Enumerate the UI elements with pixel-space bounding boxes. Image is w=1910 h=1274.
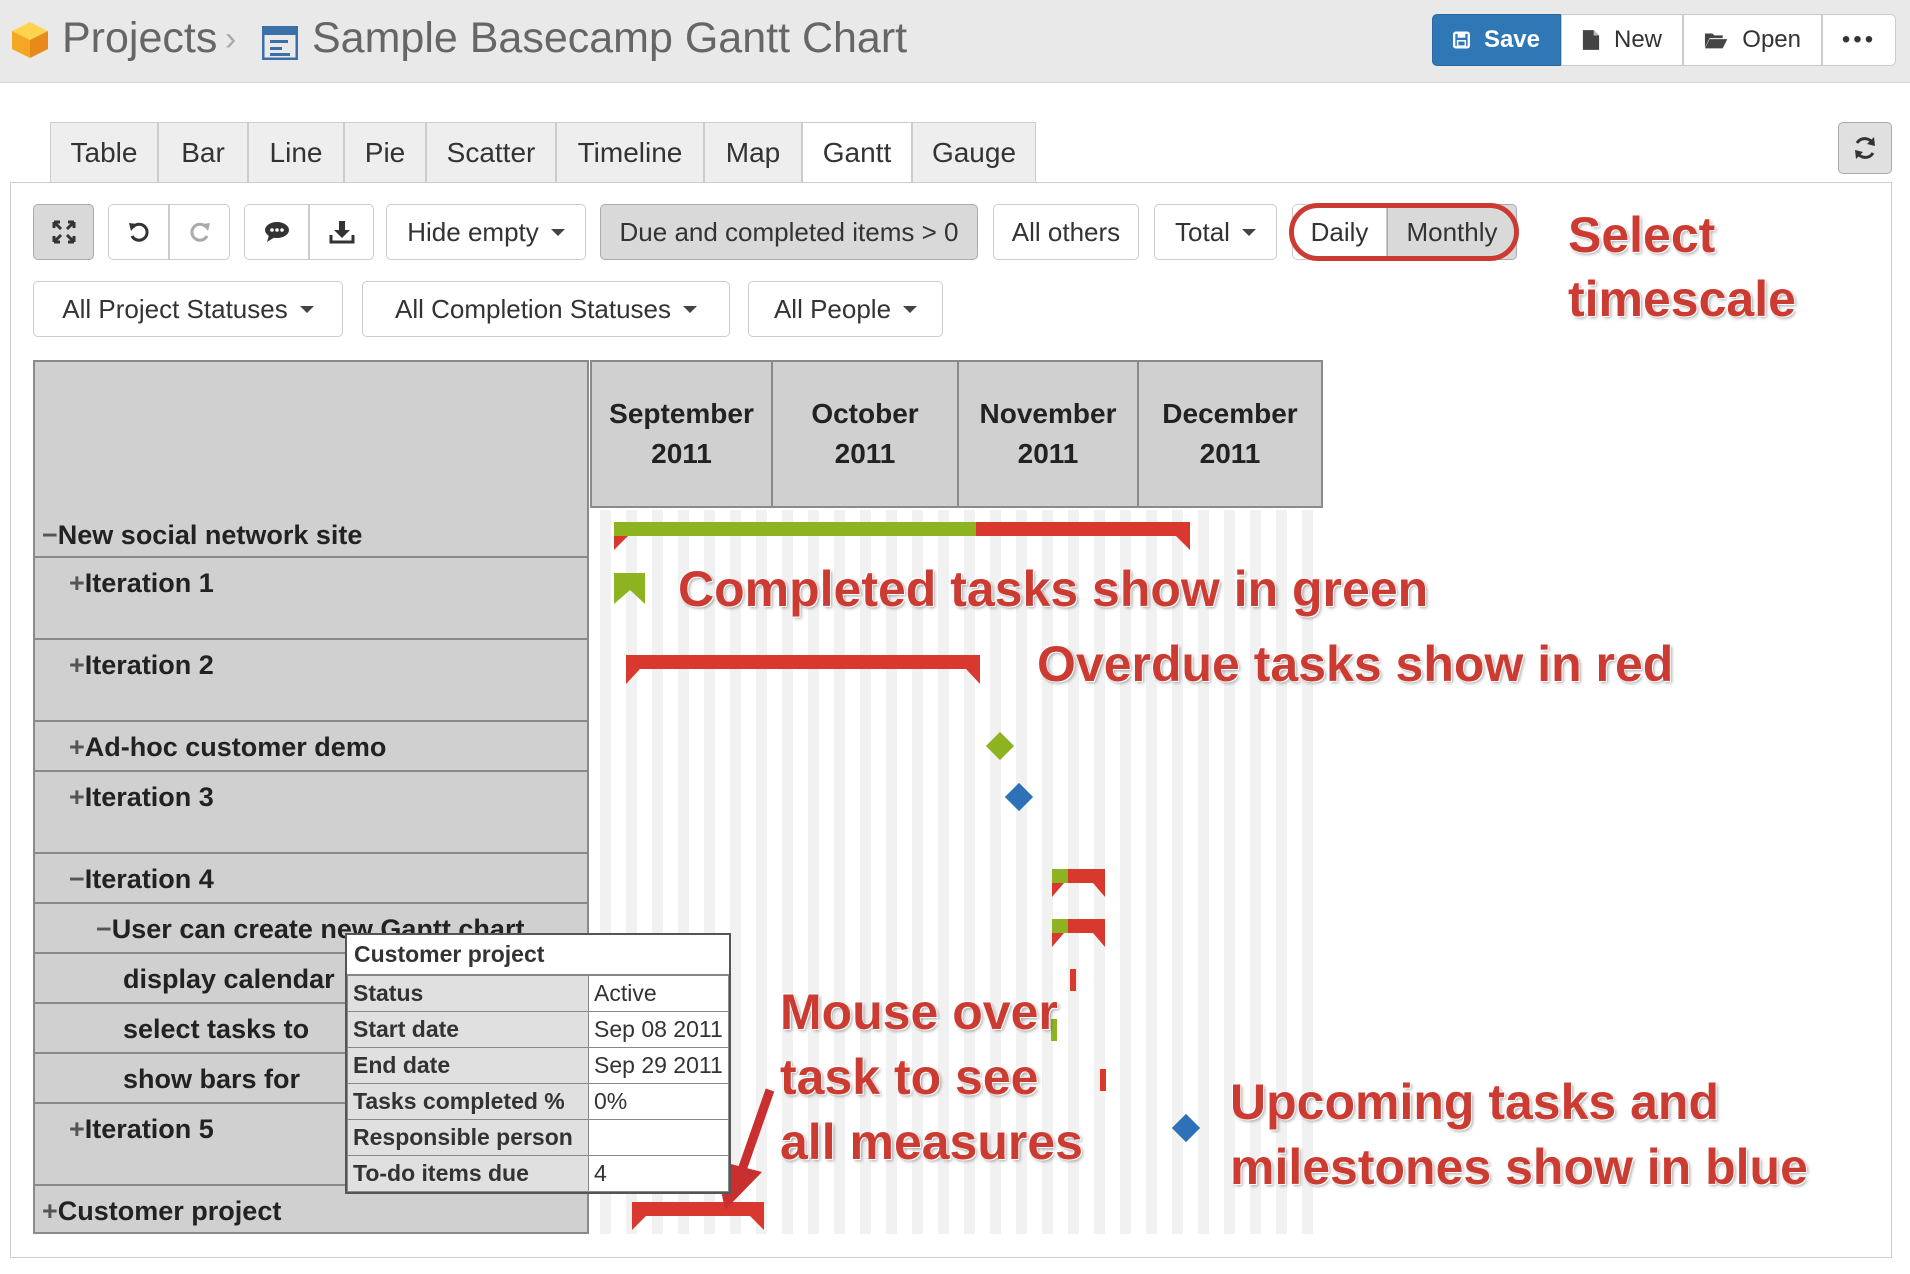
tooltip-row: Start date Sep 08 2011 bbox=[347, 1011, 729, 1048]
gantt-bar-customer-project[interactable] bbox=[632, 1202, 764, 1230]
gantt-bar-user-can-create-gantt[interactable] bbox=[1052, 919, 1105, 947]
tooltip-row: Status Active bbox=[347, 975, 729, 1012]
gantt-bar-display-calendar[interactable] bbox=[1070, 969, 1076, 991]
gantt-tooltip: Customer project Status Active Start date S… bbox=[345, 933, 731, 1194]
gantt-milestone-iteration-5[interactable] bbox=[1171, 1113, 1201, 1143]
gantt-bar-iteration-4[interactable] bbox=[1052, 869, 1105, 897]
tooltip-value bbox=[588, 1119, 729, 1156]
tooltip-row: To-do items due 4 bbox=[347, 1155, 729, 1192]
annotation-mouse-over-line2: task to see bbox=[780, 1049, 1039, 1105]
gantt-bar-iteration-1[interactable] bbox=[614, 573, 645, 604]
annotation-mouse-over-line1: Mouse over bbox=[780, 984, 1058, 1040]
tooltip-value: 0% bbox=[588, 1083, 729, 1120]
tooltip-key: Status bbox=[347, 975, 589, 1012]
annotation-upcoming-line1: Upcoming tasks and bbox=[1230, 1074, 1719, 1130]
gantt-bar-show-bars[interactable] bbox=[1100, 1069, 1106, 1091]
annotation-upcoming-line2: milestones show in blue bbox=[1230, 1139, 1808, 1195]
annotation-completed-green: Completed tasks show in green bbox=[678, 561, 1429, 617]
annotation-overdue-red: Overdue tasks show in red bbox=[1037, 636, 1674, 692]
tooltip-value: Sep 29 2011 bbox=[588, 1047, 729, 1084]
annotation-select-timescale-line2: timescale bbox=[1568, 271, 1796, 327]
tooltip-row: Tasks completed % 0% bbox=[347, 1083, 729, 1120]
tooltip-key: Start date bbox=[347, 1011, 589, 1048]
gantt-milestone-ad-hoc-demo[interactable] bbox=[985, 731, 1015, 761]
gantt-bar-iteration-2[interactable] bbox=[626, 655, 980, 684]
annotation-select-timescale-line1: Select bbox=[1568, 207, 1716, 263]
tooltip-value: Sep 08 2011 bbox=[588, 1011, 729, 1048]
annotation-mouse-over-line3: all measures bbox=[780, 1114, 1083, 1170]
tooltip-row: Responsible person bbox=[347, 1119, 729, 1156]
gantt-milestone-iteration-3[interactable] bbox=[1004, 782, 1034, 812]
tooltip-key: End date bbox=[347, 1047, 589, 1084]
tooltip-value: Active bbox=[588, 975, 729, 1012]
tooltip-measures-table: Status Active Start date Sep 08 2011 End dat… bbox=[347, 975, 729, 1192]
tooltip-key: To-do items due bbox=[347, 1155, 589, 1192]
tooltip-key: Responsible person bbox=[347, 1119, 589, 1156]
tooltip-key: Tasks completed % bbox=[347, 1083, 589, 1120]
tooltip-title: Customer project bbox=[347, 935, 729, 975]
tooltip-value: 4 bbox=[588, 1155, 729, 1192]
gantt-bar-new-social-network-site[interactable] bbox=[614, 522, 1190, 550]
tooltip-row: End date Sep 29 2011 bbox=[347, 1047, 729, 1084]
